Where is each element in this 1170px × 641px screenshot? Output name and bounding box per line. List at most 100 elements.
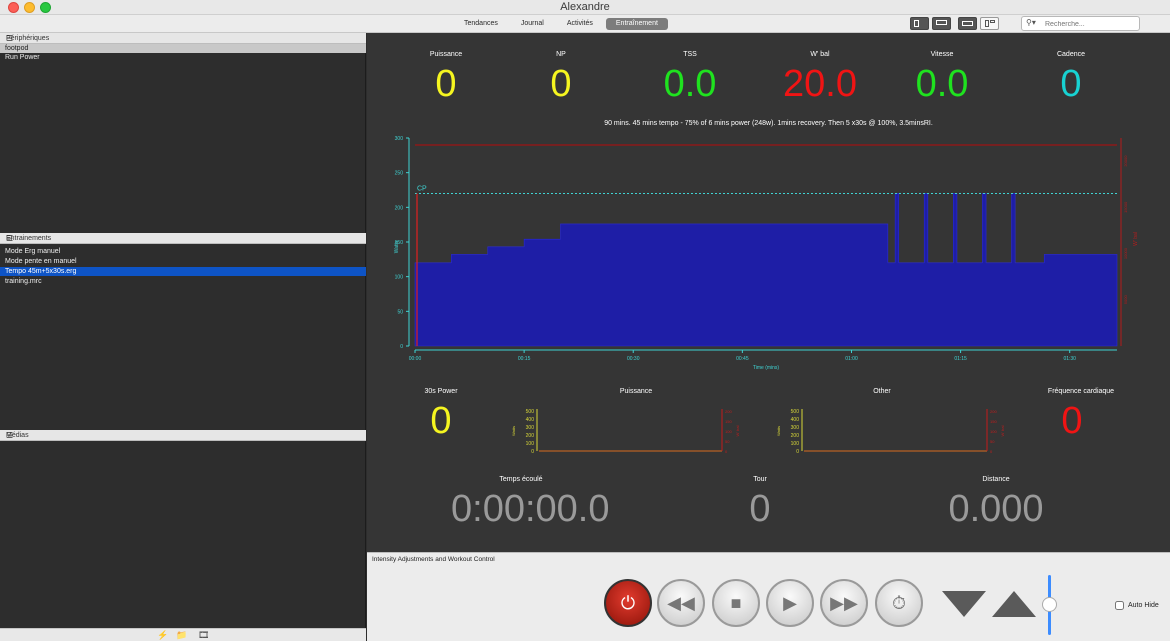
workout-item-erg[interactable]: Mode Erg manuel (0, 247, 366, 256)
metric-label: Distance (982, 476, 1010, 483)
search-input[interactable] (1045, 19, 1135, 29)
workout-item-training[interactable]: training.mrc (0, 277, 366, 286)
mini-y-tick-label: 200 (791, 433, 800, 439)
mini-right-tick-label: 150 (990, 419, 997, 424)
x-tick-label: 00:30 (627, 356, 640, 362)
wbal-tick-label: 10000 (1123, 247, 1128, 259)
increase-intensity-button[interactable] (992, 591, 1036, 617)
metric-label: Temps écoulé (499, 476, 543, 483)
metric-lap: Tour 0 (700, 476, 820, 531)
device-item-run-power[interactable]: Run Power (0, 53, 366, 62)
mini-right-axis-label: W' bal (735, 425, 740, 436)
other-mini-chart: 5004003002001000Watts200150100500W' bal (776, 409, 1005, 455)
media-menu-icon[interactable]: ☰ (6, 431, 361, 440)
metric-value: 0 (1061, 400, 1083, 442)
mini-y-tick-label: 200 (526, 433, 535, 439)
workout-description: 90 mins. 45 mins tempo - 75% of 6 mins p… (604, 120, 933, 127)
intensity-slider-handle[interactable] (1042, 597, 1057, 612)
search-icon[interactable]: ⚲▾ (1026, 18, 1036, 27)
x-tick-label: 00:00 (409, 356, 422, 362)
play-icon: ▶ (783, 592, 797, 613)
puissance-chart-label: Puissance (619, 388, 653, 395)
devices-panel-header: Périphériques ☰ (0, 33, 366, 44)
mini-right-tick-label: 50 (990, 439, 995, 444)
wbal-tick-label: 15000 (1123, 201, 1128, 213)
metric-value: 20.0 (783, 63, 857, 105)
decrease-intensity-button[interactable] (942, 591, 986, 617)
mini-y-tick-label: 500 (791, 409, 800, 415)
mini-y-tick-label: 400 (791, 417, 800, 423)
toggle-top-button[interactable] (958, 17, 977, 30)
top-layout-icon (962, 21, 973, 26)
metric-value: 0 (1060, 63, 1082, 105)
mini-y-tick-label: 0 (531, 449, 534, 455)
stopwatch-icon: ⏱ (891, 592, 907, 613)
tab-journal[interactable]: Journal (511, 18, 554, 30)
mini-y-tick-label: 300 (526, 425, 535, 431)
folder-icon[interactable]: 📁 (176, 630, 187, 641)
mini-right-tick-label: 200 (725, 409, 732, 414)
workouts-menu-icon[interactable]: ☰ (6, 234, 361, 243)
workouts-panel-header: Entrainements ☰ (0, 233, 366, 244)
metric-distance: Distance 0.000 (936, 476, 1056, 531)
y-tick-label: 100 (395, 275, 404, 281)
mini-y-axis-label: Watts (776, 426, 781, 436)
mini-right-tick-label: 100 (990, 429, 997, 434)
auto-hide-checkbox[interactable] (1115, 601, 1124, 610)
wbal-tick-label: 5000 (1123, 295, 1128, 305)
tab-activites[interactable]: Activités (557, 18, 603, 30)
toolbar: Tendances Journal Activités Entraînement… (0, 15, 1170, 33)
training-telemetry: Puissance 0 NP 0 TSS 0.0 W' bal 20.0 Vit… (367, 33, 1170, 552)
metric-value: 0 (749, 488, 771, 530)
tab-tendances[interactable]: Tendances (454, 18, 508, 30)
tile-layout-icon (985, 20, 989, 27)
y-tick-label: 200 (395, 205, 404, 211)
y-tick-label: 300 (395, 136, 404, 142)
lap-button[interactable]: ⏱ (875, 579, 923, 627)
mini-y-tick-label: 100 (791, 441, 800, 447)
metric-label: Vitesse (930, 51, 954, 58)
fast-forward-button[interactable]: ▶▶ (820, 579, 868, 627)
workout-chart[interactable]: CP050100150200250300Watts00:00 00:15 00:30… (367, 129, 1170, 379)
y-tick-label: 0 (400, 344, 403, 350)
tile-view-button[interactable] (980, 17, 999, 30)
mini-right-tick-label: 0 (725, 449, 728, 454)
stop-button[interactable]: ■ (712, 579, 760, 627)
devices-menu-icon[interactable]: ☰ (6, 34, 361, 43)
device-item-footpod[interactable]: footpod (0, 44, 366, 53)
play-button[interactable]: ▶ (766, 579, 814, 627)
media-panel-header: Médias ☰ (0, 430, 366, 441)
controls-title: Intensity Adjustments and Workout Contro… (372, 556, 495, 563)
y-tick-label: 250 (395, 171, 404, 177)
toggle-sidebar-button[interactable] (910, 17, 929, 30)
power-button[interactable]: ⏻ (604, 579, 652, 627)
metric-cadence: Cadence 0 (1011, 51, 1131, 106)
fast-forward-icon: ▶▶ (830, 592, 858, 613)
tab-entrainement[interactable]: Entraînement (605, 18, 668, 30)
x-tick-label: 00:45 (736, 356, 749, 362)
mini-y-tick-label: 400 (526, 417, 535, 423)
other-chart-label: Other (873, 388, 891, 395)
cp-label: CP (417, 185, 427, 192)
workout-item-tempo[interactable]: Tempo 45m+5x30s.erg (0, 267, 366, 276)
metric-label: TSS (683, 51, 697, 58)
mini-right-axis-label: W' bal (1000, 425, 1005, 436)
mini-right-tick-label: 150 (725, 419, 732, 424)
wbal-tick-label: 20000 (1123, 155, 1128, 167)
auto-hide-toggle[interactable]: Auto Hide (1115, 601, 1159, 610)
workout-control-bar: Intensity Adjustments and Workout Contro… (367, 552, 1170, 641)
mini-y-axis-label: Watts (511, 426, 516, 436)
x-axis-label: Time (mins) (753, 365, 780, 371)
power30-label: 30s Power (424, 388, 458, 395)
metric-value: 0.0 (915, 63, 969, 105)
metric-label: W' bal (810, 51, 830, 58)
media-strip-icon[interactable]: 🎞 (198, 630, 209, 641)
lightning-icon[interactable]: ⚡ (157, 630, 168, 641)
metric-label: NP (556, 51, 566, 58)
metric-value: 0.000 (948, 488, 1044, 530)
mini-right-tick-label: 50 (725, 439, 730, 444)
rewind-button[interactable]: ◀◀ (657, 579, 705, 627)
auto-hide-label: Auto Hide (1128, 602, 1159, 609)
toggle-bottom-button[interactable] (932, 17, 951, 30)
workout-item-slope[interactable]: Mode pente en manuel (0, 257, 366, 266)
